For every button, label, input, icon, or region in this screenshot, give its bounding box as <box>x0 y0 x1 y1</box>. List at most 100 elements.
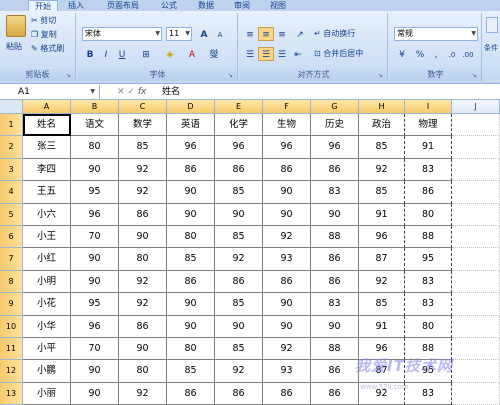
score-cell[interactable]: 86 <box>167 158 215 182</box>
score-cell[interactable]: 90 <box>71 248 119 271</box>
percent-icon[interactable]: % <box>412 47 428 61</box>
increase-decimal-icon[interactable]: .0 <box>444 47 460 61</box>
font-name-select[interactable]: 宋体 ▼ <box>82 27 162 41</box>
score-cell[interactable] <box>452 226 500 249</box>
column-header-e[interactable]: E <box>215 100 263 114</box>
score-cell[interactable]: 92 <box>119 181 167 204</box>
tab-formulas[interactable]: 公式 <box>155 0 183 11</box>
align-middle-icon[interactable]: ≡ <box>258 27 274 41</box>
score-cell[interactable]: 86 <box>405 181 452 204</box>
score-cell[interactable]: 90 <box>263 293 311 316</box>
cut-button[interactable]: ✂ 剪切 <box>31 14 56 28</box>
score-cell[interactable]: 80 <box>405 203 452 226</box>
align-bottom-icon[interactable]: ≡ <box>274 27 290 41</box>
score-cell[interactable]: 90 <box>71 360 119 383</box>
name-cell[interactable]: 张三 <box>23 136 71 159</box>
name-cell[interactable]: 小花 <box>23 293 71 316</box>
score-cell[interactable]: 83 <box>405 382 452 405</box>
score-cell[interactable]: 90 <box>167 181 215 204</box>
header-cell[interactable]: 语文 <box>71 114 119 137</box>
align-left-icon[interactable]: ☰ <box>242 47 258 61</box>
score-cell[interactable]: 70 <box>71 338 119 361</box>
name-cell[interactable]: 王五 <box>23 181 71 204</box>
score-cell[interactable]: 93 <box>263 248 311 271</box>
score-cell[interactable] <box>452 181 500 204</box>
score-cell[interactable]: 86 <box>263 158 311 182</box>
score-cell[interactable]: 85 <box>359 136 405 159</box>
score-cell[interactable]: 90 <box>167 315 215 338</box>
score-cell[interactable] <box>452 270 500 294</box>
underline-icon[interactable]: U <box>114 47 130 61</box>
column-header-h[interactable]: H <box>359 100 405 114</box>
score-cell[interactable]: 92 <box>215 360 263 383</box>
name-cell[interactable]: 小平 <box>23 338 71 361</box>
score-cell[interactable]: 86 <box>311 270 359 294</box>
score-cell[interactable]: 95 <box>71 181 119 204</box>
row-header[interactable]: 4 <box>0 181 23 204</box>
header-cell[interactable]: 生物 <box>263 114 311 137</box>
tab-insert[interactable]: 插入 <box>62 0 90 11</box>
name-cell[interactable]: 小六 <box>23 203 71 226</box>
name-cell[interactable]: 小明 <box>23 270 71 294</box>
score-cell[interactable]: 96 <box>359 226 405 249</box>
function-icon[interactable]: ✕ ✓ fx <box>117 85 159 99</box>
score-cell[interactable] <box>452 382 500 405</box>
score-cell[interactable]: 83 <box>405 158 452 182</box>
row-header[interactable]: 12 <box>0 360 23 383</box>
header-cell[interactable]: 历史 <box>311 114 359 137</box>
score-cell[interactable]: 86 <box>263 382 311 405</box>
row-header[interactable]: 3 <box>0 158 23 182</box>
score-cell[interactable]: 91 <box>359 315 405 338</box>
score-cell[interactable]: 90 <box>71 158 119 182</box>
align-center-icon[interactable]: ☰ <box>258 47 274 61</box>
score-cell[interactable]: 93 <box>263 360 311 383</box>
merge-center-button[interactable]: ⊡ 合并后居中 <box>314 47 363 61</box>
score-cell[interactable] <box>452 360 500 383</box>
tab-data[interactable]: 数据 <box>192 0 220 11</box>
score-cell[interactable]: 86 <box>311 360 359 383</box>
score-cell[interactable]: 86 <box>311 248 359 271</box>
orientation-icon[interactable]: ↗ <box>292 27 308 41</box>
score-cell[interactable]: 83 <box>405 293 452 316</box>
score-cell[interactable]: 90 <box>71 270 119 294</box>
number-launcher-icon[interactable]: ↘ <box>472 72 479 79</box>
score-cell[interactable]: 86 <box>167 270 215 294</box>
name-cell[interactable]: 小鹏 <box>23 360 71 383</box>
score-cell[interactable]: 90 <box>71 382 119 405</box>
name-cell[interactable]: 李四 <box>23 158 71 182</box>
score-cell[interactable]: 90 <box>167 203 215 226</box>
score-cell[interactable]: 95 <box>405 248 452 271</box>
score-cell[interactable] <box>452 293 500 316</box>
header-cell[interactable]: 政治 <box>359 114 405 137</box>
score-cell[interactable]: 86 <box>263 270 311 294</box>
score-cell[interactable]: 85 <box>215 181 263 204</box>
select-all-corner[interactable] <box>0 100 23 114</box>
row-header[interactable]: 13 <box>0 382 23 405</box>
score-cell[interactable]: 88 <box>311 338 359 361</box>
score-cell[interactable]: 85 <box>215 338 263 361</box>
score-cell[interactable]: 92 <box>119 293 167 316</box>
alignment-launcher-icon[interactable]: ↘ <box>378 72 385 79</box>
name-cell[interactable]: 小丽 <box>23 382 71 405</box>
score-cell[interactable]: 96 <box>311 136 359 159</box>
conditional-format-icon[interactable] <box>486 17 498 33</box>
wrap-text-button[interactable]: ↵ 自动换行 <box>314 27 355 41</box>
score-cell[interactable]: 80 <box>405 315 452 338</box>
score-cell[interactable]: 92 <box>359 270 405 294</box>
score-cell[interactable] <box>452 315 500 338</box>
align-right-icon[interactable]: ☰ <box>274 47 290 61</box>
paste-button[interactable]: 粘贴 <box>6 40 22 54</box>
name-cell[interactable]: 小红 <box>23 248 71 271</box>
column-header-j[interactable]: J <box>452 100 500 114</box>
phonetic-icon[interactable]: 燮 <box>206 47 222 61</box>
score-cell[interactable]: 96 <box>167 136 215 159</box>
row-header[interactable]: 10 <box>0 315 23 338</box>
tab-review[interactable]: 审阅 <box>228 0 256 11</box>
score-cell[interactable]: 85 <box>215 226 263 249</box>
score-cell[interactable]: 90 <box>311 315 359 338</box>
header-cell[interactable]: 数学 <box>119 114 167 137</box>
row-header[interactable]: 8 <box>0 270 23 294</box>
score-cell[interactable] <box>452 136 500 159</box>
tab-view[interactable]: 视图 <box>264 0 292 11</box>
score-cell[interactable]: 83 <box>311 293 359 316</box>
